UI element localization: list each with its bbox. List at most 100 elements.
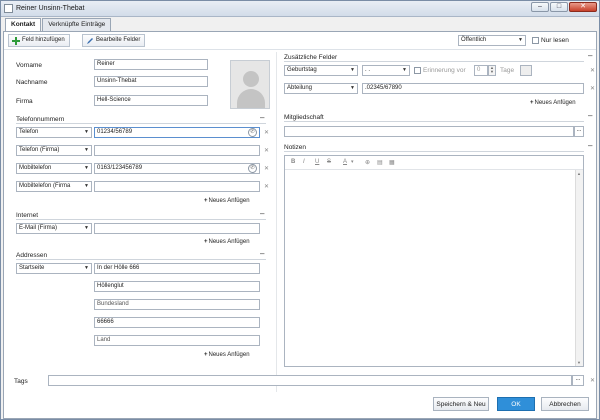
birthday-date-picker[interactable]: . . ▼ [362, 65, 410, 76]
add-field-button[interactable]: Feld hinzufügen [8, 34, 70, 47]
italic-icon[interactable]: I [303, 159, 305, 165]
last-name-field[interactable]: Unsinn-Thebat [94, 76, 208, 87]
company-label: Firma [16, 98, 33, 105]
visibility-select[interactable]: Öffentlich ▼ [458, 35, 526, 46]
remove-phone-4-icon[interactable]: ✕ [264, 183, 269, 190]
table-icon[interactable]: ▦ [389, 159, 395, 166]
email-field[interactable] [94, 223, 260, 234]
clear-tags-icon[interactable]: ✕ [590, 377, 595, 384]
membership-field[interactable] [284, 126, 574, 137]
phone-type-select-3[interactable]: Mobiltelefon ▼ [16, 163, 92, 174]
contact-photo[interactable] [230, 60, 270, 109]
phone-field-4[interactable] [94, 181, 260, 192]
add-internet-link[interactable]: +Neues Anfügen [204, 239, 250, 245]
state-field[interactable]: Bundesland [94, 299, 260, 310]
remove-department-icon[interactable]: ✕ [590, 85, 595, 92]
first-name-label: Vorname [16, 62, 43, 69]
notes-toolbar: B I U S A ▾ ⊕ ▤ ▦ [285, 156, 583, 170]
country-field[interactable]: Land [94, 335, 260, 346]
remove-phone-2-icon[interactable]: ✕ [264, 147, 269, 154]
minimize-button[interactable]: – [531, 2, 549, 12]
company-field[interactable]: Hell-Science [94, 95, 208, 106]
membership-browse-button[interactable]: ... [574, 126, 584, 137]
department-field[interactable]: .02345/67890 [362, 83, 584, 94]
address-type-select[interactable]: Startseite ▼ [16, 263, 92, 274]
read-only-label: Nur lesen [541, 37, 569, 44]
extra-fields-section-header: Zusätzliche Felder [284, 54, 584, 62]
phone-field-2[interactable] [94, 145, 260, 156]
collapse-extra-icon[interactable]: – [588, 52, 592, 60]
reminder-days-field[interactable]: 0 [474, 65, 488, 76]
collapse-phones-icon[interactable]: – [260, 114, 264, 122]
save-and-new-button[interactable]: Speichern & Neu [433, 397, 489, 411]
last-name-label: Nachname [16, 79, 48, 86]
font-color-icon[interactable]: A [343, 159, 347, 165]
tab-linked-entries[interactable]: Verknüpfte Einträge [42, 18, 112, 31]
reminder-checkbox[interactable] [414, 67, 421, 74]
phone-type-select-2[interactable]: Telefon (Firma) ▼ [16, 145, 92, 156]
remove-phone-1-icon[interactable]: ✕ [264, 129, 269, 136]
window-controls: – □ ✕ [531, 2, 597, 12]
tags-field[interactable] [48, 375, 572, 386]
collapse-notes-icon[interactable]: – [588, 142, 592, 150]
add-address-link[interactable]: +Neues Anfügen [204, 352, 250, 358]
edit-fields-button[interactable]: Bearbeite Felder [82, 34, 146, 47]
collapse-addresses-icon[interactable]: – [260, 250, 264, 258]
tags-browse-button[interactable]: ... [572, 375, 584, 386]
zip-field[interactable]: 66666 [94, 317, 260, 328]
add-extra-field-link[interactable]: +Neues Anfügen [530, 100, 576, 106]
phone-field-3[interactable]: 0163/123456789 [94, 163, 260, 174]
plus-icon: + [530, 100, 534, 106]
pencil-icon [87, 38, 93, 44]
add-extra-label: Neues Anfügen [534, 100, 576, 106]
phone-type-2: Telefon (Firma) [19, 147, 60, 153]
notes-scrollbar[interactable]: ▲ ▼ [575, 170, 583, 366]
tab-kontakt[interactable]: Kontakt [5, 18, 42, 32]
maximize-button[interactable]: □ [550, 2, 568, 12]
collapse-internet-icon[interactable]: – [260, 210, 264, 218]
remove-phone-3-icon[interactable]: ✕ [264, 165, 269, 172]
phone-field-1[interactable]: 01234/56789 [94, 127, 260, 138]
reminder-more-button[interactable] [520, 65, 532, 76]
strikethrough-icon[interactable]: S [327, 159, 331, 165]
collapse-membership-icon[interactable]: – [588, 112, 592, 120]
cancel-button[interactable]: Abbrechen [541, 397, 589, 411]
remove-birthday-icon[interactable]: ✕ [590, 67, 595, 74]
birthday-type-select[interactable]: Geburtstag ▼ [284, 65, 358, 76]
phone-type-4: Mobiltelefon (Firma [19, 183, 71, 189]
phone-call-icon[interactable]: ✆ [248, 128, 257, 137]
scroll-down-icon[interactable]: ▼ [577, 360, 581, 365]
birthday-date: . . [365, 67, 371, 73]
membership-section-header: Mitgliedschaft [284, 114, 584, 122]
notes-section-label: Notizen [284, 144, 307, 151]
internet-type-select[interactable]: E-Mail (Firma) ▼ [16, 223, 92, 234]
city-field[interactable]: Höllenglut [94, 281, 260, 292]
title-bar[interactable]: Reiner Unsinn-Thebat – □ ✕ [1, 1, 599, 17]
phone-call-icon[interactable]: ✆ [248, 164, 257, 173]
reminder-spinner[interactable]: ▲ ▼ [488, 65, 496, 76]
tags-label: Tags [14, 378, 28, 385]
close-button[interactable]: ✕ [569, 2, 597, 12]
bullet-list-icon[interactable]: ▤ [377, 159, 383, 166]
insert-link-icon[interactable]: ⊕ [365, 159, 370, 166]
read-only-checkbox[interactable] [532, 37, 539, 44]
underline-icon[interactable]: U [315, 159, 319, 165]
phone-type-select-1[interactable]: Telefon ▼ [16, 127, 92, 138]
chevron-down-icon: ▼ [350, 67, 355, 73]
notes-editor[interactable]: B I U S A ▾ ⊕ ▤ ▦ ▲ ▼ [284, 155, 584, 367]
chevron-down-icon: ▼ [84, 225, 89, 231]
scroll-up-icon[interactable]: ▲ [577, 171, 581, 176]
phone-type-1: Telefon [19, 129, 39, 135]
phone-type-select-4[interactable]: Mobiltelefon (Firma ▼ [16, 181, 92, 192]
chevron-down-icon: ▼ [518, 37, 523, 43]
add-internet-label: Neues Anfügen [208, 239, 250, 245]
chevron-down-icon[interactable]: ▾ [351, 159, 354, 165]
department-type-select[interactable]: Abteilung ▼ [284, 83, 358, 94]
ok-button[interactable]: OK [497, 397, 535, 411]
bold-icon[interactable]: B [291, 159, 295, 165]
toolbar: Feld hinzufügen Bearbeite Felder Öffentl… [4, 32, 596, 50]
window-title: Reiner Unsinn-Thebat [16, 5, 85, 12]
street-field[interactable]: In der Hölle 666 [94, 263, 260, 274]
add-phone-link[interactable]: +Neues Anfügen [204, 198, 250, 204]
first-name-field[interactable]: Reiner [94, 59, 208, 70]
